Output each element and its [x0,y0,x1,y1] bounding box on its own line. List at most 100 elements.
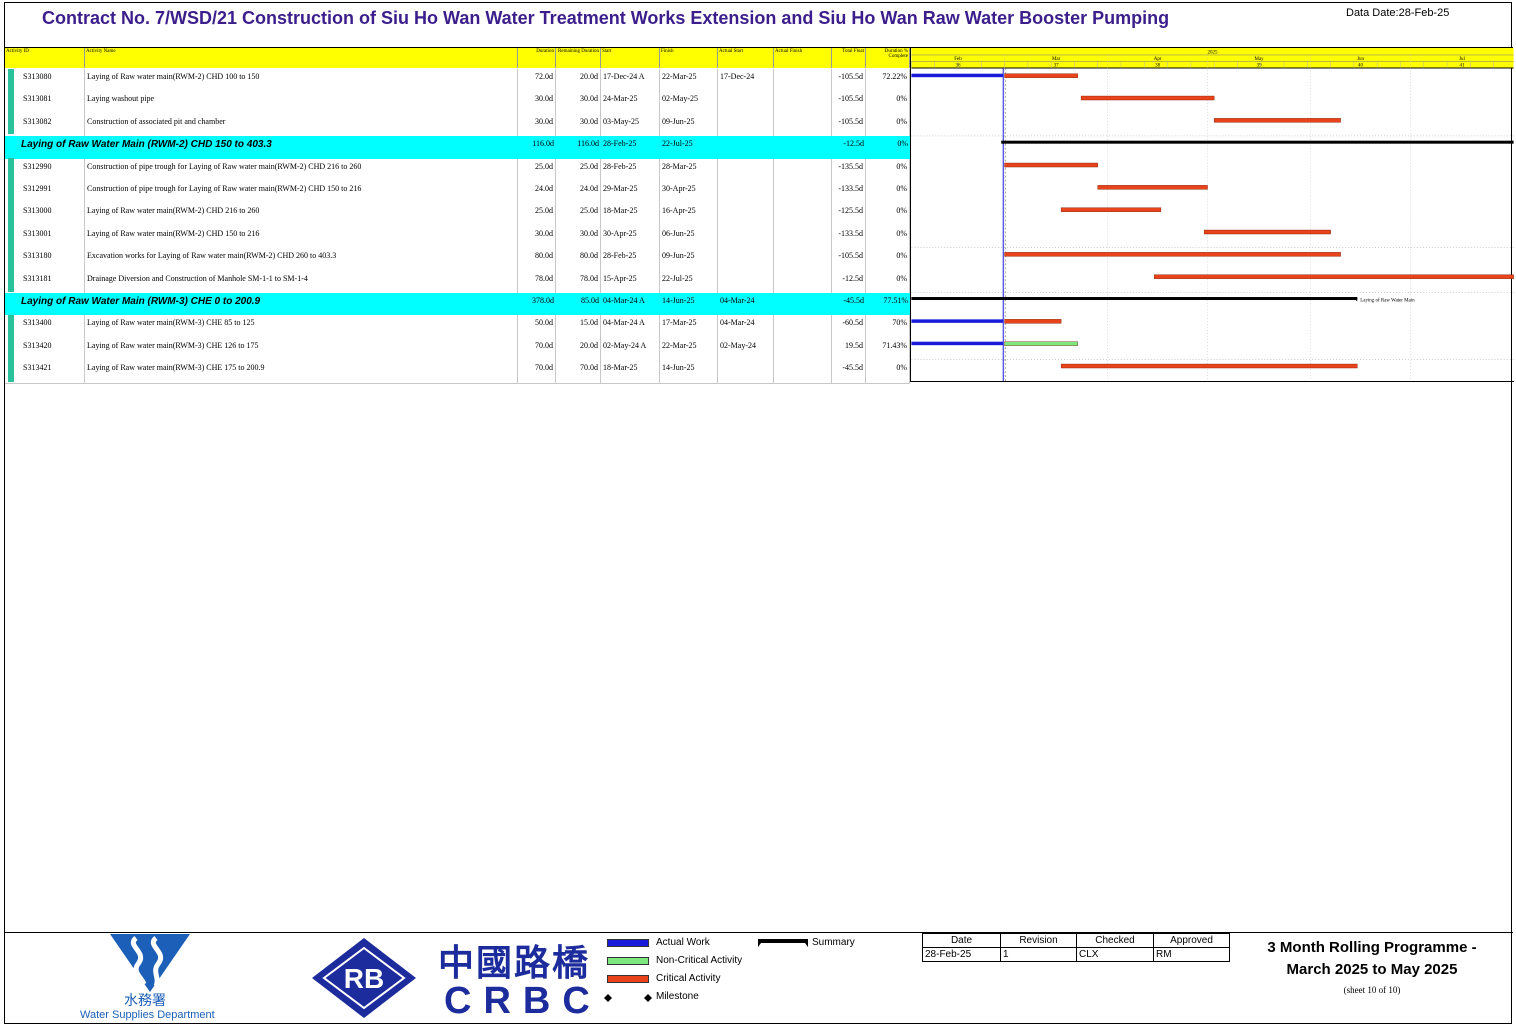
col-activity-id[interactable]: Activity ID [5,48,85,68]
col-duration[interactable]: Duration [518,48,556,68]
group-row[interactable]: 116.0d 116.0d 28-Feb-25 22-Jul-25 -12.5d 0% La… [5,136,910,159]
actual-work-bar [911,319,1004,323]
timeline-period-label: 38 [1155,63,1160,68]
cell-actual-start [718,360,774,383]
col-actual-finish[interactable]: Actual Finish [774,48,832,68]
cell-total-float: -125.5d [832,203,866,226]
cell-id: S313082 [5,113,85,137]
cell-id: S312991 [5,181,85,204]
cell-pct: 0% [866,225,910,249]
critical-bar [1060,207,1162,212]
cell-finish: 02-May-25 [660,91,718,114]
cell-actual-start [718,248,774,271]
cell-pct: 72.22% [866,69,910,92]
timeline-month-label: Apr [1154,57,1162,62]
cell-remaining: 78.0d [556,270,601,293]
cell-actual-start [718,203,774,226]
table-row[interactable]: S313080 Laying of Raw water main(RWM-2) C… [5,69,910,93]
cell-duration: 25.0d [518,158,556,181]
table-row[interactable]: S312991 Construction of pipe trough for L… [5,181,910,205]
table-row[interactable]: S313400 Laying of Raw water main(RWM-3) C… [5,315,910,339]
cell-pct: 0% [866,113,910,137]
cell-pct: 0% [897,139,908,149]
timeline-period-label: 41 [1460,63,1465,68]
group-name: Laying of Raw Water Main (RWM-3) CHE 0 t… [21,296,261,307]
cell-start: 28-Feb-25 [601,248,660,271]
cell-id: S313001 [5,225,85,249]
cell-name: Laying of Raw water main(RWM-3) CHE 85 t… [85,315,518,338]
table-row[interactable]: S313000 Laying of Raw water main(RWM-2) C… [5,203,910,227]
cell-duration: 378.0d [532,296,554,305]
col-finish[interactable]: Finish [660,48,718,68]
table-row[interactable]: S313081 Laying washout pipe 30.0d 30.0d 24-M… [5,91,910,115]
timeline-period-label: 39 [1257,63,1262,68]
actual-work-bar [911,73,1004,78]
cell-remaining: 70.0d [556,360,601,383]
table-row[interactable]: S313420 Laying of Raw water main(RWM-3) C… [5,337,910,362]
wsd-name-cn: 水務署 [124,992,166,1008]
cell-finish: 17-Mar-25 [660,315,718,338]
table-row[interactable]: S313421 Laying of Raw water main(RWM-3) C… [5,360,910,384]
cell-total-float: -45.5d [832,360,866,383]
gantt-chart: 2025 Feb36 Mar37 Apr38 May39 Jun40 Jul41 Laying… [910,48,1514,382]
cell-total-float: 19.5d [832,337,866,361]
cell-actual-start [718,113,774,137]
cell-finish: 22-Jul-25 [662,139,693,149]
cell-actual-finish [774,181,832,204]
critical-bar [1004,319,1062,324]
timeline-year-label: 2025 [1208,50,1218,55]
legend-actual-swatch [607,939,649,947]
cell-total-float: -60.5d [832,315,866,338]
cell-actual-start: 02-May-24 [718,337,774,361]
cell-total-float: -12.5d [843,139,864,149]
col-total-float[interactable]: Total Float [832,48,866,68]
actual-work-bar [911,341,1004,346]
footer-divider [5,932,1513,933]
cell-id: S313180 [5,248,85,271]
cell-start: 29-Mar-25 [601,181,660,204]
critical-bar [1213,118,1341,123]
wbs-indicator-bar [8,158,14,292]
col-remaining[interactable]: Remaining Duration [556,48,601,68]
table-row[interactable]: S313180 Excavation works for Laying of Ra… [5,248,910,272]
cell-finish: 30-Apr-25 [660,181,718,204]
cell-total-float: -12.5d [832,270,866,293]
table-row[interactable]: S313001 Laying of Raw water main(RWM-2) C… [5,225,910,250]
cell-total-float: -133.5d [832,181,866,204]
cell-pct: 0% [866,158,910,181]
cell-id: S313080 [5,69,85,92]
group-row[interactable]: 378.0d 85.0d 04-Mar-24 A 14-Jun-25 04-Mar-24… [5,293,910,316]
table-row[interactable]: S313082 Construction of associated pit an… [5,113,910,138]
cell-pct: 0% [866,360,910,383]
programme-title-line2: March 2025 to May 2025 [1286,961,1458,978]
cell-finish: 16-Apr-25 [660,203,718,226]
cell-total-float: -135.5d [832,158,866,181]
cell-finish: 22-Mar-25 [660,69,718,92]
timeline-month-label: Jul [1459,57,1465,62]
cell-remaining: 20.0d [556,337,601,361]
table-row[interactable]: S312990 Construction of pipe trough for L… [5,158,910,182]
cell-id: S313000 [5,203,85,226]
group-name: Laying of Raw Water Main (RWM-2) CHD 150… [21,139,272,151]
legend-noncritical-label: Non-Critical Activity [656,955,743,966]
cell-pct: 70% [866,315,910,338]
cell-remaining: 25.0d [556,203,601,226]
cell-remaining: 116.0d [577,139,599,149]
crbc-name-cn: 中國路橋 [438,943,591,984]
col-duration-pct[interactable]: Duration % Complete [866,48,910,68]
col-actual-start[interactable]: Actual Start [718,48,774,68]
rev-header-checked: Checked [1076,933,1154,948]
cell-actual-start: 04-Mar-24 [720,296,755,305]
col-activity-name[interactable]: Activity Name [85,48,518,68]
cell-total-float: -133.5d [832,225,866,249]
table-row[interactable]: S313181 Drainage Diversion and Constructi… [5,270,910,294]
crbc-name-en: CRBC [444,980,602,1022]
cell-actual-start: 04-Mar-24 [718,315,774,338]
cell-duration: 72.0d [518,69,556,92]
timeline-period-label: 37 [1054,63,1059,68]
timeline-month-label: Mar [1052,57,1061,62]
cell-actual-start [718,91,774,114]
cell-finish: 22-Mar-25 [660,337,718,361]
wbs-indicator-bar [8,69,14,134]
col-start[interactable]: Start [601,48,660,68]
